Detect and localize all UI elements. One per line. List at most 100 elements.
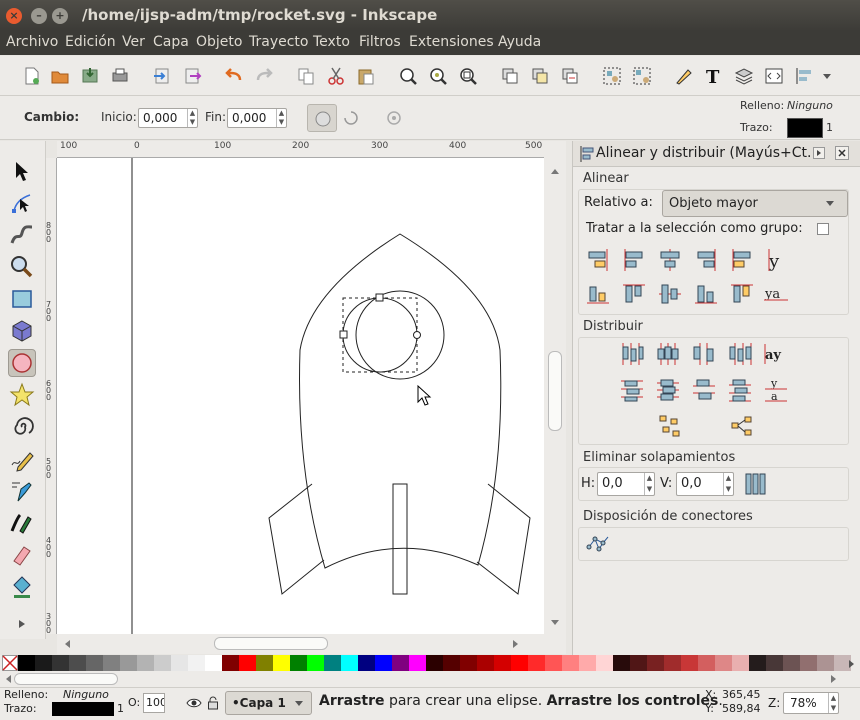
start-angle-stepper[interactable]: ▲ ▼ bbox=[187, 109, 197, 127]
layer-select[interactable]: •Capa 1 bbox=[225, 691, 312, 715]
color-swatch[interactable] bbox=[137, 655, 154, 671]
new-document-icon[interactable] bbox=[22, 66, 42, 86]
undo-icon[interactable] bbox=[224, 66, 244, 86]
distribute-gaps-vertical-icon[interactable] bbox=[691, 377, 717, 403]
menu-extensiones[interactable]: Extensiones bbox=[409, 34, 494, 50]
align-text-baseline-horizontal-icon[interactable]: y bbox=[763, 247, 789, 273]
center-horizontal-axis-icon[interactable] bbox=[657, 281, 683, 307]
scroll-right-icon[interactable] bbox=[512, 639, 520, 649]
no-paint-swatch-icon[interactable] bbox=[2, 655, 18, 671]
unlink-clone-icon[interactable] bbox=[560, 66, 580, 86]
palette-scrollbar-right-icon[interactable] bbox=[830, 674, 838, 684]
color-swatch[interactable] bbox=[800, 655, 817, 671]
group-icon[interactable] bbox=[602, 66, 622, 86]
center-vertical-axis-icon[interactable] bbox=[657, 247, 683, 273]
color-swatch[interactable] bbox=[324, 655, 341, 671]
opacity-input[interactable]: 100 bbox=[143, 693, 165, 713]
status-stroke-swatch[interactable] bbox=[52, 702, 114, 716]
distribute-baselines-horizontal-icon[interactable]: ay bbox=[763, 341, 789, 367]
minimize-window-button[interactable]: – bbox=[31, 8, 47, 24]
distribute-right-edges-icon[interactable] bbox=[727, 341, 753, 367]
menu-trayecto[interactable]: Trayecto bbox=[249, 34, 308, 50]
remove-overlaps-icon[interactable] bbox=[743, 471, 769, 497]
color-swatch[interactable] bbox=[307, 655, 324, 671]
palette-scroll-right-icon[interactable] bbox=[848, 659, 856, 669]
ellipse-arc-handle[interactable] bbox=[413, 331, 421, 339]
whole-ellipse-button[interactable] bbox=[307, 104, 337, 132]
zoom-drawing-icon[interactable] bbox=[428, 66, 448, 86]
color-swatch[interactable] bbox=[766, 655, 783, 671]
scroll-up-icon[interactable] bbox=[550, 167, 560, 175]
color-swatch[interactable] bbox=[783, 655, 800, 671]
copy-icon[interactable] bbox=[296, 66, 316, 86]
palette-scrollbar-left-icon[interactable] bbox=[4, 674, 12, 684]
h-gap-input[interactable]: 0,0 ▲ ▼ bbox=[597, 472, 655, 496]
color-swatch[interactable] bbox=[596, 655, 613, 671]
drawing-canvas[interactable] bbox=[57, 158, 544, 634]
color-swatch[interactable] bbox=[477, 655, 494, 671]
rectangle-tool-icon[interactable] bbox=[8, 285, 36, 313]
color-swatch[interactable] bbox=[613, 655, 630, 671]
color-swatch[interactable] bbox=[18, 655, 35, 671]
menu-filtros[interactable]: Filtros bbox=[359, 34, 401, 50]
menu-capa[interactable]: Capa bbox=[153, 34, 189, 50]
vertical-scroll-thumb[interactable] bbox=[548, 351, 562, 431]
text-font-icon[interactable]: T bbox=[704, 66, 724, 86]
distribute-centers-vertical-icon[interactable] bbox=[655, 377, 681, 403]
zoom-selection-icon[interactable] bbox=[398, 66, 418, 86]
dialog-menu-icon[interactable] bbox=[813, 147, 825, 159]
color-swatch[interactable] bbox=[681, 655, 698, 671]
end-angle-input[interactable]: 0,000 ▲ ▼ bbox=[227, 108, 287, 128]
fill-stroke-icon[interactable] bbox=[674, 66, 694, 86]
ellipse-handle-top[interactable] bbox=[375, 293, 384, 302]
start-angle-input[interactable]: 0,000 ▲ ▼ bbox=[138, 108, 198, 128]
zoom-tool-icon[interactable] bbox=[8, 253, 36, 281]
scroll-left-icon[interactable] bbox=[63, 639, 71, 649]
align-distribute-icon[interactable] bbox=[794, 66, 814, 86]
color-swatch[interactable] bbox=[698, 655, 715, 671]
menu-ver[interactable]: Ver bbox=[122, 34, 145, 50]
align-text-baseline-vertical-icon[interactable]: ya bbox=[763, 281, 789, 307]
color-swatch[interactable] bbox=[460, 655, 477, 671]
align-top-to-bottom-edge-icon[interactable] bbox=[729, 281, 755, 307]
color-swatch[interactable] bbox=[222, 655, 239, 671]
distribute-gaps-horizontal-icon[interactable] bbox=[691, 341, 717, 367]
color-swatch[interactable] bbox=[562, 655, 579, 671]
spiral-tool-icon[interactable] bbox=[8, 413, 36, 441]
calligraphy-tool-icon[interactable] bbox=[8, 509, 36, 537]
color-swatch[interactable] bbox=[358, 655, 375, 671]
zoom-stepper[interactable]: ▲ ▼ bbox=[828, 693, 838, 713]
scroll-down-icon[interactable] bbox=[550, 619, 560, 627]
zoom-page-icon[interactable] bbox=[458, 66, 478, 86]
color-swatch[interactable] bbox=[426, 655, 443, 671]
color-swatch[interactable] bbox=[375, 655, 392, 671]
color-swatch[interactable] bbox=[732, 655, 749, 671]
star-tool-icon[interactable] bbox=[8, 381, 36, 409]
color-swatch[interactable] bbox=[528, 655, 545, 671]
menu-archivo[interactable]: Archivo bbox=[6, 34, 58, 50]
v-gap-stepper[interactable]: ▲ ▼ bbox=[723, 473, 733, 495]
distribute-bottom-edges-icon[interactable] bbox=[727, 377, 753, 403]
connector-network-icon[interactable] bbox=[585, 531, 611, 557]
color-swatch[interactable] bbox=[511, 655, 528, 671]
horizontal-scroll-thumb[interactable] bbox=[214, 637, 328, 650]
color-swatch[interactable] bbox=[392, 655, 409, 671]
relative-to-select[interactable]: Objeto mayor bbox=[662, 190, 848, 217]
open-file-icon[interactable] bbox=[50, 66, 70, 86]
color-swatch[interactable] bbox=[443, 655, 460, 671]
redo-icon[interactable] bbox=[254, 66, 274, 86]
align-bottom-edges-icon[interactable] bbox=[693, 281, 719, 307]
visibility-eye-icon[interactable] bbox=[186, 696, 202, 710]
dialog-close-icon[interactable] bbox=[835, 146, 849, 160]
align-right-edges-icon[interactable] bbox=[693, 247, 719, 273]
node-tool-icon[interactable] bbox=[8, 189, 36, 217]
ungroup-icon[interactable] bbox=[632, 66, 652, 86]
duplicate-icon[interactable] bbox=[500, 66, 520, 86]
lock-icon[interactable] bbox=[207, 695, 219, 711]
3d-box-tool-icon[interactable] bbox=[8, 317, 36, 345]
reset-icon[interactable] bbox=[385, 109, 403, 127]
toolbar-overflow-icon[interactable] bbox=[820, 66, 834, 86]
distribute-left-edges-icon[interactable] bbox=[619, 341, 645, 367]
color-swatch[interactable] bbox=[188, 655, 205, 671]
color-swatch[interactable] bbox=[256, 655, 273, 671]
